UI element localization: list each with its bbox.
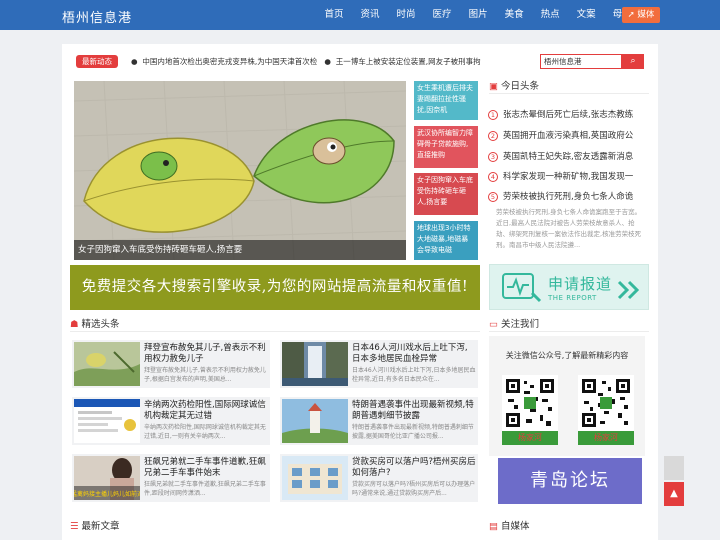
- card-thumbnail: [74, 342, 140, 386]
- latest-articles-title: ☰ 最新文章: [70, 521, 120, 532]
- site-logo[interactable]: 梧州信息港: [62, 7, 132, 26]
- side-news-card[interactable]: 武汉协所编智力障碍骨子贷款施购,直接推购: [414, 126, 478, 168]
- card-thumbnail: [282, 399, 348, 443]
- back-to-top-button[interactable]: ▲: [664, 482, 684, 506]
- hero-caption[interactable]: 女子因狗窜入车底受伤持砖砸车砸人,扬言要: [74, 240, 406, 260]
- card-title[interactable]: 特朗普遇袭事件出现最新视频,特朗普遇刺细节披露: [352, 400, 476, 422]
- self-media-title: ▤ 自媒体: [489, 521, 530, 532]
- thumbnail-overlay-text: 为猛禽妈接主播儿妈儿如前对就: [74, 490, 140, 498]
- apply-report-banner[interactable]: 申请报道 THE REPORT: [489, 264, 649, 310]
- ticker-bullet-icon: ●: [324, 57, 331, 66]
- qr-label: 杨家河: [502, 431, 558, 445]
- card-thumbnail: [282, 342, 348, 386]
- top-navbar: 梧州信息港 首页 资讯 时尚 医疗 图片 美食 热点 文案 母婴 ➚ 媒体: [0, 0, 720, 30]
- seo-banner[interactable]: 免费提交各大搜索引擎收录,为您的网站提高流量和权重值!: [70, 265, 480, 310]
- card-title[interactable]: 辛纳两次药检阳性,国际网球诚信机构裁定其无过错: [144, 400, 268, 422]
- side-news-card[interactable]: 女子因狗窜入车底受伤持砖砸车砸人,扬言要: [414, 173, 478, 215]
- media-button[interactable]: ➚ 媒体: [622, 7, 660, 23]
- ticker-item[interactable]: 中国内地首次检出奥密克戎变异株,为中国天津首次检: [142, 57, 317, 66]
- report-sub-text: THE REPORT: [548, 294, 597, 302]
- today-headlines-title: ▣ 今日头条: [489, 81, 539, 92]
- report-icon: [502, 273, 542, 303]
- featured-card[interactable]: 拜登宣布赦免其儿子,曾表示不利用权力赦免儿子 拜登宣布赦免其儿子,曾表示不利用权…: [72, 340, 270, 388]
- card-summary: 特朗普遇袭事件出现最新视频,特朗普遇刺细节披露,据美国哥伦比亚广播公司报...: [352, 424, 474, 440]
- follow-description: 关注微信公众号,了解最新精彩内容: [505, 351, 629, 360]
- today-item[interactable]: 4 科学家发现一种新矿物,我国发现一: [488, 170, 633, 182]
- news-ticker: ● 中国内地首次检出奥密克戎变异株,为中国天津首次检 ● 王一博车上被安装定位装…: [131, 56, 481, 67]
- follow-us-box: 关注微信公众号,了解最新精彩内容 杨家河 杨家河: [489, 336, 645, 456]
- featured-card[interactable]: 日本46人河川戏水后上吐下泻,日本多地居民血栓异常 日本46人河川戏水后上吐下泻…: [280, 340, 478, 388]
- latest-news-tag: 最新动态: [76, 55, 118, 68]
- nav-item-pictures[interactable]: 图片: [460, 0, 496, 30]
- card-summary: 贷款买房可以落户吗?梧州买房后可以办理落户吗?通常来说,通过贷款购买房产后...: [352, 481, 476, 497]
- card-thumbnail: [282, 456, 348, 500]
- tv-icon: ▭: [489, 319, 498, 330]
- hero-slide[interactable]: 女子因狗窜入车底受伤持砖砸车砸人,扬言要: [74, 81, 406, 260]
- nav-item-fashion[interactable]: 时尚: [388, 0, 424, 30]
- featured-card[interactable]: 贷款买房可以落户吗?梧州买房后如何落户? 贷款买房可以落户吗?梧州买房后可以办理…: [280, 454, 478, 502]
- divider: [489, 331, 649, 332]
- float-side-button[interactable]: [664, 456, 684, 480]
- ticker-item[interactable]: 王一博车上被安装定位装置,网友子被刑事拘留: [336, 57, 481, 66]
- nav-item-news[interactable]: 资讯: [352, 0, 388, 30]
- qr-label: 杨家河: [578, 431, 634, 445]
- featured-icon: ☗: [70, 319, 79, 330]
- nav-item-food[interactable]: 美食: [496, 0, 532, 30]
- follow-us-title: ▭ 关注我们: [489, 319, 539, 330]
- card-title[interactable]: 日本46人河川戏水后上吐下泻,日本多地居民血栓异常: [352, 343, 476, 365]
- qr-code[interactable]: [502, 375, 558, 431]
- chevrons-right-icon: [617, 280, 640, 300]
- today-item[interactable]: 2 英国拥开血液污染真相,英国政府公: [488, 129, 633, 141]
- report-main-text: 申请报道: [548, 275, 613, 293]
- featured-card[interactable]: 为猛禽妈接主播儿妈儿如前对就 狂飙兄弟就二手车事件道歉,狂飙兄弟二手车事件始末 …: [72, 454, 270, 502]
- today-item[interactable]: 5 劳荣枝被执行死刑,身负七条人命诡: [488, 190, 633, 202]
- qr-code[interactable]: [578, 375, 634, 431]
- featured-headlines-title: ☗ 精选头条: [70, 319, 120, 330]
- list-icon: ☰: [70, 521, 79, 532]
- qingdao-forum-banner[interactable]: 青岛论坛: [498, 458, 642, 504]
- card-thumbnail: 为猛禽妈接主播儿妈儿如前对就: [74, 456, 140, 500]
- card-title[interactable]: 拜登宣布赦免其儿子,曾表示不利用权力赦免儿子: [144, 343, 268, 365]
- today-item[interactable]: 1 张志杰晕倒后死亡后续,张志杰教练: [488, 108, 633, 120]
- nav-item-copywriting[interactable]: 文案: [568, 0, 604, 30]
- card-title[interactable]: 贷款买房可以落户吗?梧州买房后如何落户?: [352, 457, 476, 479]
- nav-item-home[interactable]: 首页: [316, 0, 352, 30]
- nav-item-medical[interactable]: 医疗: [424, 0, 460, 30]
- divider: [489, 93, 649, 94]
- side-news-card[interactable]: 女生乘机遭后排夫妻踢翻拉扯性骚扰,因奈机: [414, 81, 478, 120]
- card-summary: 狂飙兄弟就二手车事件道歉,狂飙兄弟二手车事件,距段时间网传潇洒...: [144, 481, 266, 497]
- today-summary: 劳荣枝被执行死刑,身负七条人命诡案跑至于吉宽。近日,最高人民法院对被告人劳荣枝故…: [496, 208, 642, 249]
- card-thumbnail: [74, 399, 140, 443]
- main-nav: 首页 资讯 时尚 医疗 图片 美食 热点 文案 母婴: [316, 0, 640, 30]
- ticker-bullet-icon: ●: [131, 57, 138, 66]
- nav-item-hot[interactable]: 热点: [532, 0, 568, 30]
- featured-card[interactable]: 辛纳两次药检阳性,国际网球诚信机构裁定其无过错 辛纳两次药检阳性,国际网球诚信机…: [72, 397, 270, 445]
- search-icon: ⌕: [630, 56, 636, 66]
- search-input[interactable]: 梧州信息港: [540, 54, 622, 69]
- card-title[interactable]: 狂飙兄弟就二手车事件道歉,狂飙兄弟二手车事件始末: [144, 457, 268, 479]
- divider: [70, 331, 480, 332]
- today-item[interactable]: 3 英国凯特王妃失踪,密友透露新消息: [488, 150, 633, 162]
- card-summary: 辛纳两次药检阳性,国际网球诚信机构裁定其无过错,近日,一则有关辛纳两次...: [144, 424, 266, 440]
- media-icon: ▤: [489, 521, 498, 532]
- arrow-up-icon: ▲: [670, 488, 678, 499]
- hero-image: [74, 81, 406, 260]
- card-summary: 拜登宣布赦免其儿子,曾表示不利用权力赦免儿子,根据白宫发布的声明,美国总...: [144, 367, 266, 383]
- search-button[interactable]: ⌕: [622, 54, 644, 69]
- headline-icon: ▣: [489, 81, 498, 92]
- card-summary: 日本46人河川戏水后上吐下泻,日本多地居民血栓异常,近日,有多名日本民众在...: [352, 367, 476, 383]
- side-news-card[interactable]: 地球出现3小时特大地磁暴,地磁暴会导致电磁: [414, 221, 478, 260]
- send-icon: ➚: [627, 10, 635, 20]
- featured-card[interactable]: 特朗普遇袭事件出现最新视频,特朗普遇刺细节披露 特朗普遇袭事件出现最新视频,特朗…: [280, 397, 478, 445]
